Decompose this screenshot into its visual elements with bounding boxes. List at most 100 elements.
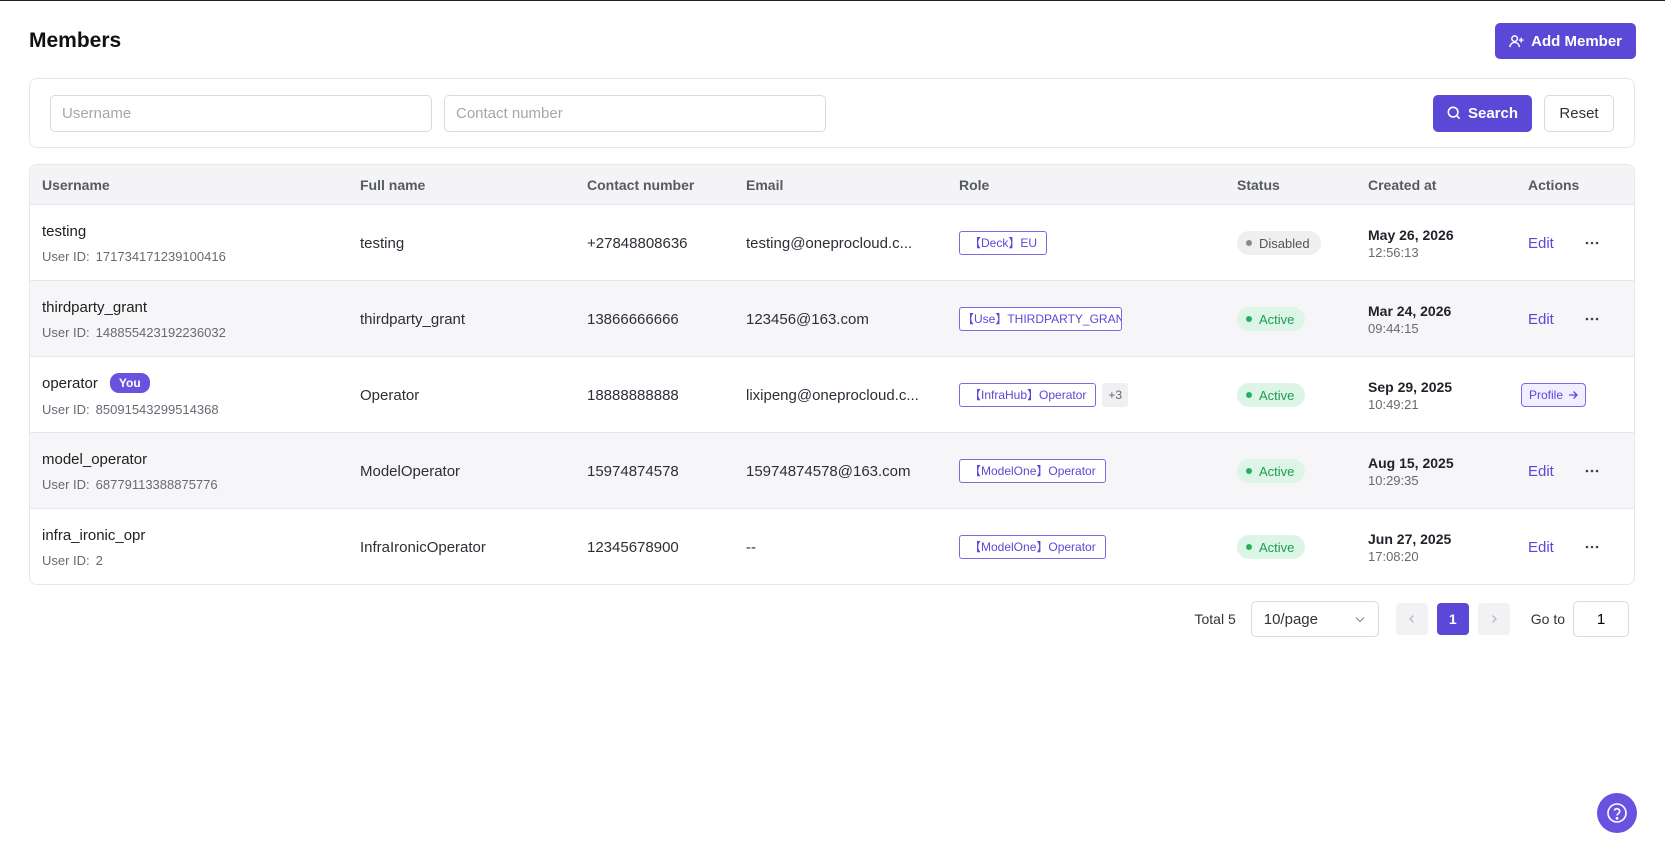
add-user-icon	[1509, 34, 1524, 47]
more-roles-tag[interactable]: +3	[1102, 383, 1129, 407]
username-cell: operator You User ID: 85091543299514368	[42, 357, 219, 433]
role-cell: 【Use】THIRDPARTY_GRANT	[959, 281, 1122, 357]
more-icon[interactable]	[1584, 463, 1600, 479]
more-icon[interactable]	[1584, 311, 1600, 327]
edit-button[interactable]: Edit	[1528, 539, 1554, 556]
user-id-value: 171734171239100416	[95, 248, 226, 264]
page-size-value: 10/page	[1263, 610, 1318, 628]
status-dot	[1246, 392, 1252, 398]
page-size-select[interactable]: 10/page	[1250, 601, 1379, 637]
username-input[interactable]	[50, 94, 432, 132]
column-header-contact-number[interactable]: Contact number	[587, 165, 694, 205]
created-date: Jun 27, 2025	[1368, 530, 1452, 547]
created-at-cell: May 26, 2026 12:56:13	[1368, 205, 1454, 281]
user-id-label: User ID:	[42, 324, 90, 340]
column-header-actions: Actions	[1528, 177, 1580, 193]
created-at-cell: Mar 24, 2026 09:44:15	[1368, 281, 1451, 357]
user-id: User ID: 171734171239100416	[42, 249, 226, 264]
status-cell: Disabled	[1237, 205, 1321, 281]
actions-cell: Edit	[1528, 509, 1600, 584]
username: testing	[42, 223, 86, 240]
more-icon[interactable]	[1584, 539, 1600, 555]
help-icon	[1607, 803, 1627, 823]
created-date: May 26, 2026	[1368, 226, 1454, 243]
role-tag: 【Deck】EU	[959, 231, 1048, 255]
table-header: Username Full name Contact number Email …	[30, 165, 1634, 205]
status-text: Active	[1259, 463, 1295, 479]
page-number-button[interactable]: 1	[1436, 603, 1469, 635]
username-text: testing	[42, 222, 87, 240]
created-date: Mar 24, 2026	[1368, 302, 1452, 319]
created-time: 10:29:35	[1368, 472, 1419, 488]
reset-button[interactable]: Reset	[1544, 94, 1614, 132]
table-row: thirdparty_grant User ID: 148855423192236…	[30, 281, 1634, 357]
contact-cell: 12345678900	[587, 538, 679, 556]
role-cell: 【InfraHub】Operator +3	[959, 357, 1129, 433]
search-button[interactable]: Search	[1433, 94, 1532, 132]
column-header-role[interactable]: Role	[959, 165, 989, 205]
actions-cell: Profile	[1521, 357, 1587, 433]
full-name-cell: ModelOperator	[360, 462, 461, 480]
username-text: infra_ironic_opr	[42, 526, 146, 544]
table-row: model_operator User ID: 68779113388875776…	[30, 433, 1634, 509]
user-id-value: 148855423192236032	[95, 324, 226, 340]
role-cell: 【ModelOne】Operator	[959, 433, 1106, 509]
chevron-right-icon	[1491, 615, 1497, 623]
status-text: Disabled	[1259, 235, 1310, 251]
contact-cell: +27848808636	[587, 234, 688, 252]
next-page-button[interactable]	[1477, 603, 1510, 635]
goto-page-input[interactable]	[1573, 601, 1629, 637]
column-header-username[interactable]: Username	[42, 165, 110, 205]
username: thirdparty_grant	[42, 299, 147, 316]
filter-bar: Search Reset	[29, 78, 1635, 148]
members-page: Members Add Member Search Reset Username…	[0, 1, 1665, 856]
search-icon	[1447, 106, 1461, 120]
user-id-value: 85091543299514368	[95, 402, 219, 417]
username-text: model_operator	[42, 450, 148, 468]
column-header-email[interactable]: Email	[746, 165, 783, 205]
edit-button[interactable]: Edit	[1528, 463, 1554, 480]
add-member-button[interactable]: Add Member	[1495, 23, 1636, 59]
column-header-status[interactable]: Status	[1237, 165, 1280, 205]
pagination: Total 5 10/page 1 Go to	[1195, 601, 1629, 637]
column-header-created-at[interactable]: Created at	[1368, 165, 1436, 205]
search-label: Search	[1467, 104, 1519, 122]
contact-number-input[interactable]	[444, 94, 826, 132]
chevron-down-icon	[1355, 617, 1365, 623]
page-title: Members	[29, 29, 122, 52]
created-date: Aug 15, 2025	[1368, 454, 1454, 471]
status-badge: Active	[1237, 307, 1306, 331]
edit-button[interactable]: Edit	[1528, 235, 1554, 252]
full-name-cell: testing	[360, 234, 405, 252]
edit-button[interactable]: Edit	[1528, 311, 1554, 328]
column-header-full-name[interactable]: Full name	[360, 165, 425, 205]
contact-cell: 15974874578	[587, 462, 679, 480]
actions-cell: Edit	[1528, 433, 1600, 509]
username-cell: infra_ironic_opr User ID: 2	[42, 509, 145, 584]
username-text: thirdparty_grant	[42, 298, 148, 316]
user-id: User ID: 148855423192236032	[42, 325, 226, 340]
status-dot	[1246, 240, 1252, 246]
email-cell: lixipeng@oneprocloud.c...	[746, 386, 919, 404]
table-row: infra_ironic_opr User ID: 2 InfraIronicOp…	[30, 509, 1634, 584]
status-badge: Active	[1237, 459, 1306, 483]
created-date: Sep 29, 2025	[1368, 378, 1453, 395]
members-table: Username Full name Contact number Email …	[29, 164, 1635, 585]
role-tag: 【ModelOne】Operator	[959, 459, 1106, 483]
user-id-value: 2	[95, 552, 103, 568]
user-id-label: User ID:	[42, 248, 90, 264]
status-cell: Active	[1237, 281, 1306, 357]
profile-button[interactable]: Profile	[1521, 383, 1587, 407]
status-dot	[1246, 544, 1252, 550]
actions-cell: Edit	[1528, 281, 1600, 357]
user-id-label: User ID:	[42, 476, 90, 492]
username: infra_ironic_opr	[42, 527, 145, 544]
more-icon[interactable]	[1584, 235, 1600, 251]
user-id-label: User ID:	[42, 402, 90, 417]
prev-page-button[interactable]	[1395, 603, 1428, 635]
created-time: 10:49:21	[1368, 396, 1419, 412]
help-button[interactable]	[1597, 793, 1637, 833]
user-id: User ID: 85091543299514368	[42, 402, 219, 417]
status-cell: Active	[1237, 509, 1306, 584]
created-time: 09:44:15	[1368, 320, 1419, 336]
